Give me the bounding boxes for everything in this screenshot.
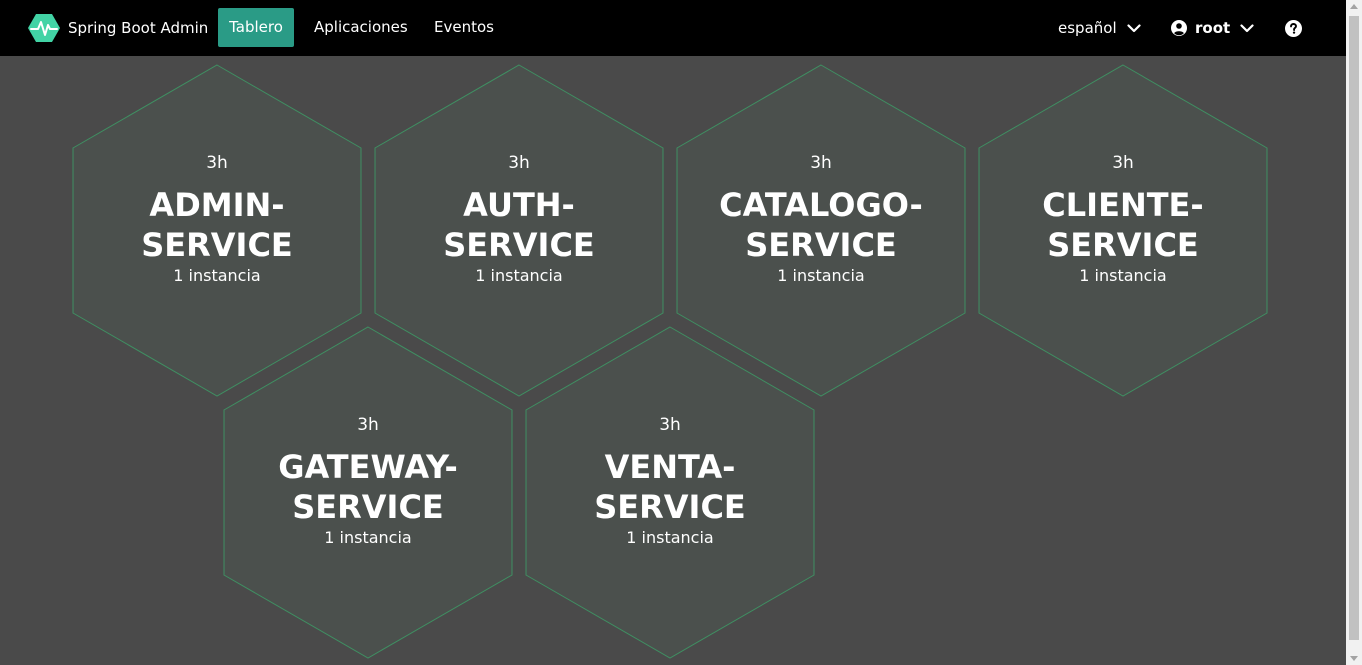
app-hex-cliente-service[interactable] [978,64,1268,397]
scroll-thumb[interactable] [1349,16,1359,640]
app-hex-venta-service[interactable] [525,326,815,659]
applications-hex-grid [72,64,1268,659]
app-hex-auth-service[interactable] [374,64,664,397]
app-hex-gateway-service[interactable] [223,326,513,659]
vertical-scrollbar[interactable] [1346,0,1362,665]
scroll-down-arrow-icon[interactable] [1350,656,1358,661]
app-hex-admin-service[interactable] [72,64,362,397]
app-hex-catalogo-service[interactable] [676,64,966,397]
scroll-up-arrow-icon[interactable] [1350,4,1358,9]
spring-boot-admin-app: Spring Boot Admin Tablero Aplicaciones E… [0,0,1362,665]
